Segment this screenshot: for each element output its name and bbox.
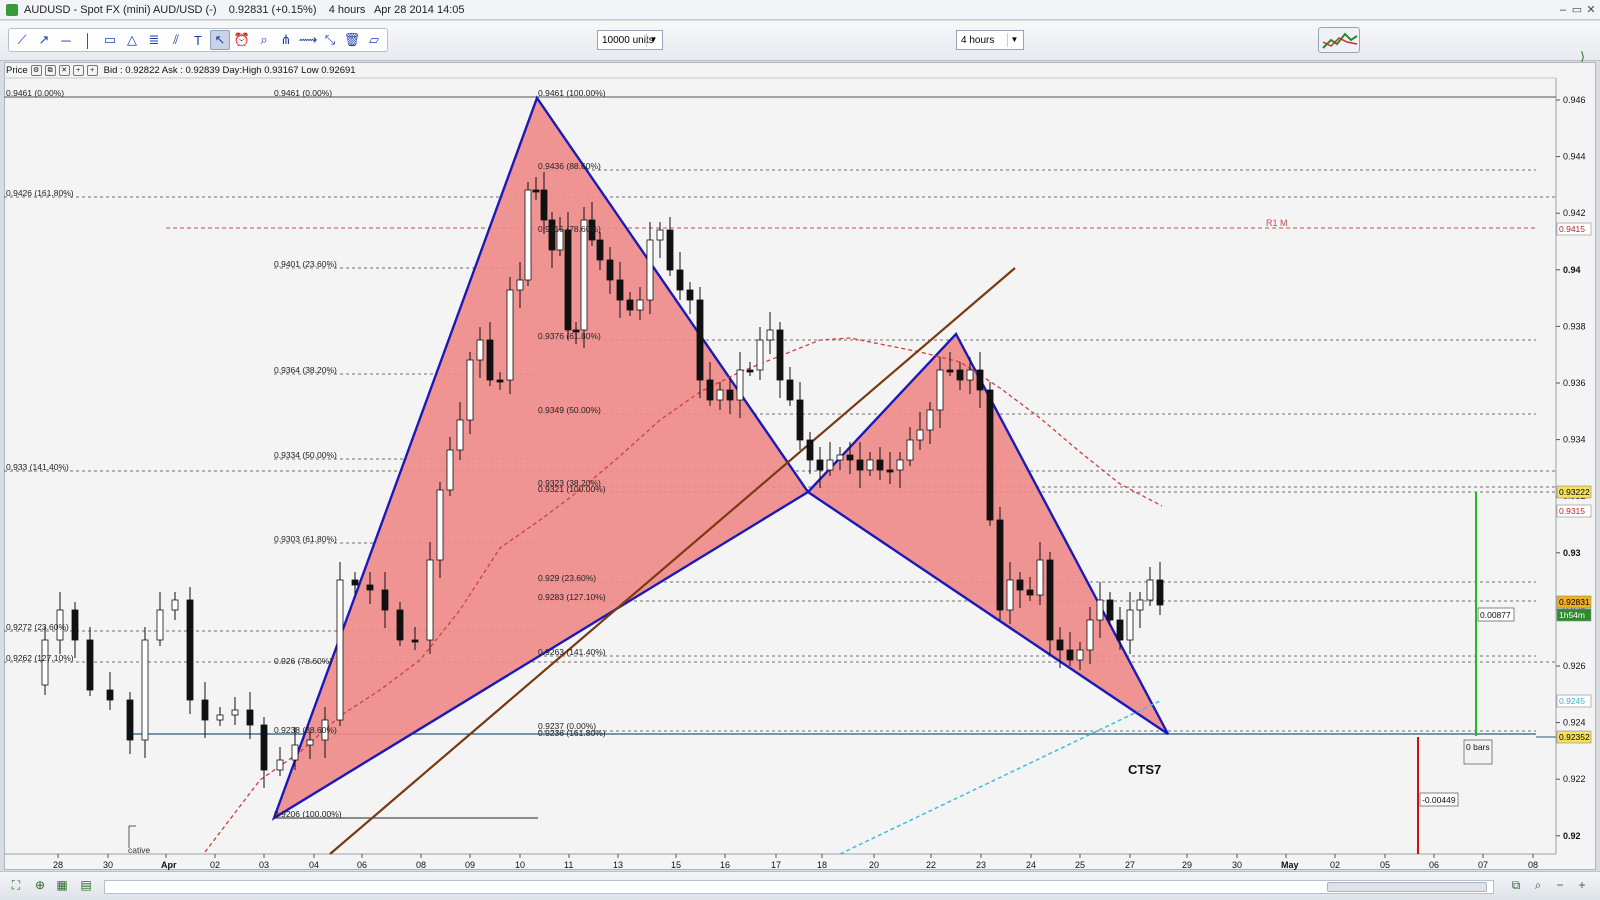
- window-title: AUDUSD - Spot FX (mini) AUD/USD (-) 0.92…: [24, 3, 465, 16]
- layout-icon[interactable]: ▤: [78, 878, 94, 894]
- triangle-tool-icon[interactable]: △: [122, 30, 142, 50]
- price-label: Price: [6, 64, 28, 76]
- pitchfork-tool-icon[interactable]: ⋔: [276, 30, 296, 50]
- vline-tool-icon[interactable]: │: [78, 30, 98, 50]
- chart-type-button[interactable]: [1318, 27, 1360, 53]
- chevron-down-icon: ▼: [1007, 33, 1021, 47]
- text-tool-icon[interactable]: T: [188, 30, 208, 50]
- app-icon: [6, 3, 18, 16]
- zoom-reset-icon[interactable]: ⌕: [1530, 878, 1546, 894]
- close-button[interactable]: ✕: [1584, 3, 1598, 17]
- close-icon[interactable]: ✕: [58, 64, 70, 76]
- chart-area[interactable]: [4, 62, 1596, 870]
- trash-icon[interactable]: 🗑: [342, 30, 362, 50]
- zoom-in-icon[interactable]: +: [1574, 878, 1590, 894]
- alert-tool-icon[interactable]: ⏰: [232, 30, 252, 50]
- minimize-button[interactable]: –: [1556, 3, 1570, 17]
- drawing-toolbar: ⟋ ↗ ─ │ ▭ △ ≣ ⫽ T ↖ ⏰ ⌕ ⋔ ⟿ ⤡ 🗑 ▱ 10000 …: [0, 21, 1600, 64]
- ray-tool-icon[interactable]: ↗: [34, 30, 54, 50]
- trend-tool-icon[interactable]: ⟿: [298, 30, 318, 50]
- hline-tool-icon[interactable]: ─: [56, 30, 76, 50]
- indicator-icon[interactable]: +: [86, 64, 98, 76]
- chart-icon[interactable]: ⛶: [8, 878, 24, 894]
- scrollbar-thumb[interactable]: [1327, 882, 1487, 892]
- chevron-down-icon: ▼: [646, 33, 660, 47]
- copy-icon[interactable]: ⧉: [44, 64, 56, 76]
- quote-text: Bid : 0.92822 Ask : 0.92839 Day:High 0.9…: [103, 64, 356, 76]
- zoom-tool-icon[interactable]: ⌕: [254, 30, 274, 50]
- settings-icon[interactable]: ⚙: [30, 64, 42, 76]
- maximize-button[interactable]: ▭: [1570, 3, 1584, 17]
- crosshair-icon[interactable]: ⊕: [32, 878, 48, 894]
- grid-icon[interactable]: ▦: [54, 878, 70, 894]
- horizontal-scrollbar[interactable]: [104, 880, 1494, 894]
- window-titlebar: AUDUSD - Spot FX (mini) AUD/USD (-) 0.92…: [0, 0, 1600, 20]
- price-info-bar: Price ⚙ ⧉ ✕ + + Bid : 0.92822 Ask : 0.92…: [4, 62, 1557, 78]
- drawing-tools-group: ⟋ ↗ ─ │ ▭ △ ≣ ⫽ T ↖ ⏰ ⌕ ⋔ ⟿ ⤡ 🗑 ▱: [8, 28, 388, 52]
- ruler-icon[interactable]: ▱: [364, 30, 384, 50]
- line-tool-icon[interactable]: ⟋: [12, 30, 32, 50]
- zoom-fit-icon[interactable]: ⧉: [1508, 878, 1524, 894]
- rectangle-tool-icon[interactable]: ▭: [100, 30, 120, 50]
- status-bar: ⛶ ⊕ ▦ ▤ ⧉ ⌕ − +: [0, 871, 1600, 900]
- fib-tool-icon[interactable]: ≣: [144, 30, 164, 50]
- timeframe-select[interactable]: 4 hours ▼: [956, 30, 1024, 50]
- timeframe-select-value: 4 hours: [961, 34, 995, 46]
- measure-tool-icon[interactable]: ⤡: [320, 30, 340, 50]
- pointer-tool-icon[interactable]: ↖: [210, 30, 230, 50]
- units-select[interactable]: 10000 units ▼: [597, 30, 663, 50]
- zoom-out-icon[interactable]: −: [1552, 878, 1568, 894]
- add-icon[interactable]: +: [72, 64, 84, 76]
- chart-type-icon: [1322, 32, 1358, 49]
- channel-tool-icon[interactable]: ⫽: [166, 30, 186, 50]
